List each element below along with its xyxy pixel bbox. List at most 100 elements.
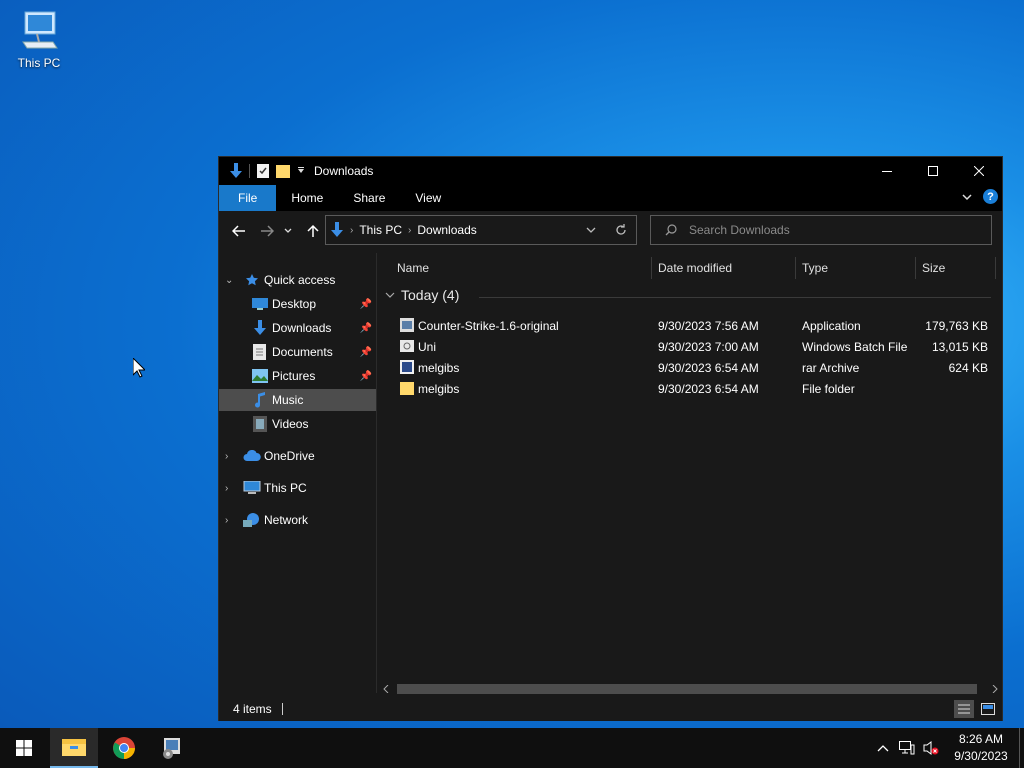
show-hidden-icons-button[interactable] xyxy=(871,744,895,752)
tab-file[interactable]: File xyxy=(219,185,277,211)
address-dropdown-button[interactable] xyxy=(576,227,606,233)
volume-tray-button[interactable] xyxy=(919,741,943,755)
chevron-right-icon[interactable]: › xyxy=(225,483,228,494)
breadcrumb-downloads[interactable]: Downloads xyxy=(417,223,476,237)
taskbar: 8:26 AM 9/30/2023 xyxy=(0,728,1024,768)
large-icons-view-button[interactable] xyxy=(978,700,998,718)
taskbar-chrome[interactable] xyxy=(100,728,148,768)
ribbon-tabs: File Home Share View ? xyxy=(219,185,1002,211)
properties-icon[interactable] xyxy=(256,163,270,179)
show-desktop-button[interactable] xyxy=(1019,728,1024,768)
chevron-expanded-icon[interactable]: ⌄ xyxy=(225,275,233,286)
file-date: 9/30/2023 6:54 AM xyxy=(658,361,759,375)
recent-locations-button[interactable] xyxy=(282,221,294,241)
refresh-icon xyxy=(616,224,626,235)
desktop-icon-this-pc[interactable]: This PC xyxy=(10,8,68,70)
file-explorer-icon xyxy=(62,739,86,756)
file-name: Counter-Strike-1.6-original xyxy=(418,319,559,333)
nav-desktop[interactable]: Desktop 📌 xyxy=(219,293,376,315)
back-button[interactable] xyxy=(229,221,249,241)
file-type: rar Archive xyxy=(802,361,860,375)
nav-network[interactable]: › Network xyxy=(219,509,376,531)
document-icon xyxy=(253,344,266,360)
file-name: melgibs xyxy=(418,382,460,396)
nav-music[interactable]: Music xyxy=(219,389,376,411)
file-date: 9/30/2023 7:00 AM xyxy=(658,340,759,354)
file-date: 9/30/2023 7:56 AM xyxy=(658,319,759,333)
column-header-name[interactable]: Name xyxy=(397,253,429,283)
address-bar[interactable]: › This PC › Downloads xyxy=(325,215,637,245)
pin-icon: 📌 xyxy=(359,298,372,310)
forward-button[interactable] xyxy=(257,221,277,241)
new-folder-icon[interactable] xyxy=(276,163,290,179)
start-button[interactable] xyxy=(0,728,48,768)
taskbar-file-explorer[interactable] xyxy=(50,728,98,768)
breadcrumb-separator-icon: › xyxy=(350,224,354,236)
table-row[interactable]: melgibs 9/30/2023 6:54 AM File folder xyxy=(379,378,1002,399)
nav-label: OneDrive xyxy=(264,449,315,463)
taskbar-app[interactable] xyxy=(148,728,196,768)
group-header-today[interactable]: Today (4) xyxy=(385,287,459,303)
chevron-down-icon xyxy=(385,292,395,298)
refresh-button[interactable] xyxy=(606,224,636,236)
file-size: 179,763 KB xyxy=(925,319,988,333)
column-header-size[interactable]: Size xyxy=(922,253,945,283)
title-bar[interactable]: Downloads xyxy=(219,157,1002,185)
chrome-icon xyxy=(113,737,135,759)
scroll-left-icon[interactable] xyxy=(383,685,389,693)
column-header-type[interactable]: Type xyxy=(802,253,828,283)
table-row[interactable]: melgibs 9/30/2023 6:54 AM rar Archive 62… xyxy=(379,357,1002,378)
clock-date: 9/30/2023 xyxy=(954,749,1008,763)
horizontal-scrollbar[interactable] xyxy=(379,681,1002,697)
chevron-down-icon xyxy=(284,228,292,233)
nav-label: Documents xyxy=(272,345,333,359)
scrollbar-thumb[interactable] xyxy=(397,684,977,694)
chevron-down-icon[interactable] xyxy=(296,166,306,176)
details-view-button[interactable] xyxy=(954,700,974,718)
tab-home[interactable]: Home xyxy=(276,185,338,211)
nav-quick-access[interactable]: ⌄ Quick access xyxy=(219,269,376,291)
help-button[interactable]: ? xyxy=(983,189,998,204)
expand-ribbon-icon[interactable] xyxy=(961,191,973,203)
network-tray-button[interactable] xyxy=(895,741,919,755)
computer-icon xyxy=(22,11,58,49)
nav-documents[interactable]: Documents 📌 xyxy=(219,341,376,363)
large-icons-view-icon xyxy=(981,703,995,715)
nav-videos[interactable]: Videos xyxy=(219,413,376,435)
file-type: Application xyxy=(802,319,861,333)
close-button[interactable] xyxy=(956,157,1002,185)
clock-time: 8:26 AM xyxy=(958,732,1004,746)
column-header-date[interactable]: Date modified xyxy=(658,253,732,283)
nav-pictures[interactable]: Pictures 📌 xyxy=(219,365,376,387)
search-box[interactable] xyxy=(650,215,992,245)
breadcrumb-this-pc[interactable]: This PC xyxy=(359,223,402,237)
chevron-right-icon[interactable]: › xyxy=(225,515,228,526)
nav-label: Music xyxy=(272,393,304,407)
nav-label: Desktop xyxy=(272,297,317,311)
tab-share[interactable]: Share xyxy=(338,185,400,211)
chevron-right-icon[interactable]: › xyxy=(225,451,228,462)
maximize-button[interactable] xyxy=(910,157,956,185)
caption-buttons xyxy=(864,157,1002,185)
clock[interactable]: 8:26 AM 9/30/2023 xyxy=(943,731,1019,765)
download-arrow-icon xyxy=(331,222,343,237)
download-arrow-icon xyxy=(253,320,267,336)
tab-view[interactable]: View xyxy=(400,185,456,211)
table-row[interactable]: Counter-Strike-1.6-original 9/30/2023 7:… xyxy=(379,315,1002,336)
table-row[interactable]: Uni 9/30/2023 7:00 AM Windows Batch File… xyxy=(379,336,1002,357)
music-note-icon xyxy=(254,392,266,408)
up-button[interactable] xyxy=(303,221,323,241)
scroll-right-icon[interactable] xyxy=(992,685,998,693)
file-type: Windows Batch File xyxy=(802,340,908,354)
nav-this-pc[interactable]: › This PC xyxy=(219,477,376,499)
search-input[interactable] xyxy=(689,223,969,237)
video-icon xyxy=(253,416,267,432)
nav-onedrive[interactable]: › OneDrive xyxy=(219,445,376,467)
nav-downloads[interactable]: Downloads 📌 xyxy=(219,317,376,339)
minimize-button[interactable] xyxy=(864,157,910,185)
pin-icon: 📌 xyxy=(359,346,372,358)
item-count: 4 items xyxy=(233,702,272,716)
breadcrumb-separator-icon: › xyxy=(408,224,412,236)
control-panel-icon xyxy=(163,738,180,759)
computer-icon xyxy=(243,481,261,495)
